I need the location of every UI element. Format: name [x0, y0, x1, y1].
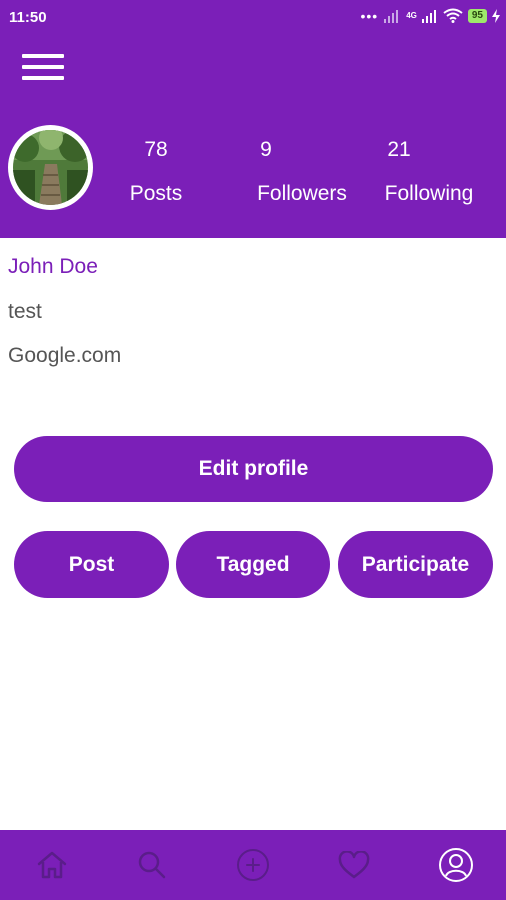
profile-bio: test [8, 300, 42, 323]
edit-profile-button[interactable]: Edit profile [14, 436, 493, 502]
profile-icon [439, 848, 473, 882]
menu-button[interactable] [18, 48, 66, 84]
charging-icon [492, 8, 500, 23]
posts-label: Posts [129, 182, 183, 205]
followers-count: 9 [260, 138, 272, 161]
bottom-nav [0, 830, 506, 900]
menu-bar [22, 76, 64, 80]
nav-profile[interactable] [406, 830, 506, 900]
home-icon [37, 851, 67, 879]
nav-home[interactable] [2, 830, 102, 900]
tagged-tab-button[interactable]: Tagged [176, 531, 330, 598]
battery-icon: 95 [467, 8, 487, 23]
wifi-icon [443, 8, 463, 23]
signal-strong-icon [421, 9, 436, 23]
avatar[interactable] [8, 125, 93, 210]
signal-icon [384, 9, 399, 23]
following-count: 21 [387, 138, 411, 161]
search-icon [138, 851, 166, 879]
network-type: 4G [406, 11, 417, 20]
profile-name: John Doe [8, 255, 98, 278]
participate-tab-button[interactable]: Participate [338, 531, 493, 598]
followers-label: Followers [257, 182, 347, 205]
stat-following[interactable]: 21 Following [378, 134, 480, 210]
add-icon [237, 849, 269, 881]
profile-website[interactable]: Google.com [8, 344, 121, 368]
nav-search[interactable] [102, 830, 202, 900]
status-time: 11:50 [9, 9, 47, 26]
notification-dots-icon: ••• [360, 7, 379, 24]
avatar-image [13, 130, 88, 205]
nav-favorites[interactable] [304, 830, 404, 900]
menu-bar [22, 65, 64, 69]
post-tab-button[interactable]: Post [14, 531, 169, 598]
stat-posts[interactable]: 78 Posts [126, 134, 186, 210]
stat-followers[interactable]: 9 Followers [250, 134, 354, 210]
profile-header: 78 Posts 9 Followers 21 Following [0, 34, 506, 238]
following-label: Following [384, 182, 474, 205]
heart-icon [338, 851, 370, 879]
menu-bar [22, 54, 64, 58]
posts-count: 78 [144, 138, 168, 161]
status-icons: ••• 4G 95 [360, 8, 500, 23]
nav-add[interactable] [203, 830, 303, 900]
status-bar: 11:50 ••• 4G 95 [0, 0, 506, 34]
